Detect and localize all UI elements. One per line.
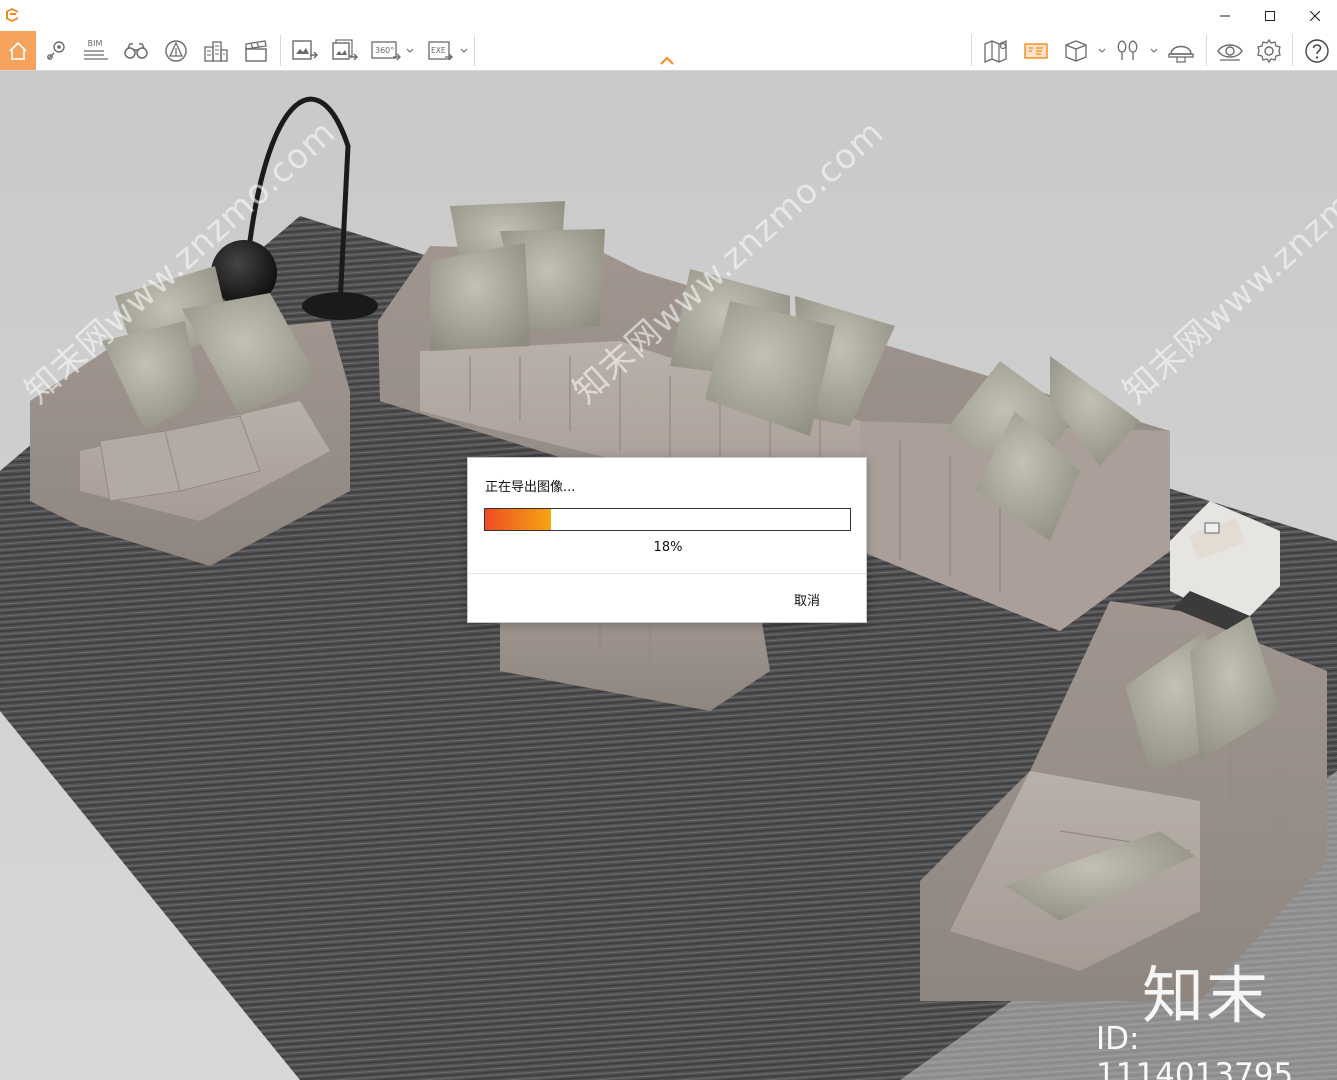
help-icon xyxy=(1305,38,1329,63)
trees-icon xyxy=(1117,39,1158,60)
chevron-up-icon xyxy=(660,56,674,65)
buildings-button[interactable] xyxy=(200,31,232,70)
progress-bar xyxy=(484,508,851,531)
toolbar-separator xyxy=(1292,35,1293,66)
minimize-icon xyxy=(1220,15,1230,16)
buildings-icon xyxy=(204,40,228,62)
toolbar-separator xyxy=(971,35,972,66)
export-batch-button[interactable] xyxy=(328,31,362,70)
export-exe-icon: EXE xyxy=(428,40,468,60)
animation-button[interactable] xyxy=(240,31,272,70)
settings-icon xyxy=(1257,38,1281,63)
cancel-button[interactable]: 取消 xyxy=(794,590,820,609)
collapse-toolbar-button[interactable] xyxy=(656,53,678,69)
fps-panel-button[interactable] xyxy=(1020,31,1052,70)
export-360-icon: 360° xyxy=(371,40,414,60)
binoculars-icon xyxy=(124,42,148,59)
trees-button[interactable] xyxy=(1112,31,1160,70)
app-logo-icon xyxy=(4,7,20,23)
eye-icon xyxy=(1217,43,1243,61)
map-button[interactable] xyxy=(980,31,1012,70)
location-button[interactable] xyxy=(40,31,72,70)
title-bar xyxy=(0,0,1337,31)
close-button[interactable] xyxy=(1292,0,1337,31)
bim-label: BIM xyxy=(87,39,103,48)
toolbar-separator xyxy=(474,35,475,66)
export-exe-button[interactable]: EXE xyxy=(424,31,470,70)
toolbar-separator xyxy=(1206,35,1207,66)
label-exe: EXE xyxy=(431,46,446,55)
walkthrough-button[interactable] xyxy=(120,31,152,70)
cube-view-button[interactable] xyxy=(1060,31,1108,70)
bim-button[interactable]: BIM xyxy=(78,31,112,70)
close-icon xyxy=(1310,10,1320,21)
render-style-icon xyxy=(165,39,187,62)
export-progress-dialog: 正在导出图像... 18% 取消 xyxy=(467,457,867,623)
label-360: 360° xyxy=(375,46,394,55)
map-icon xyxy=(984,39,1007,63)
minimize-button[interactable] xyxy=(1202,0,1248,31)
toolbar-separator xyxy=(280,35,281,66)
helmet-button[interactable] xyxy=(1164,31,1198,70)
visibility-button[interactable] xyxy=(1212,31,1248,70)
export-batch-icon xyxy=(332,38,358,60)
home-button[interactable] xyxy=(0,31,36,70)
export-image-icon xyxy=(292,39,318,60)
export-360-button[interactable]: 360° xyxy=(368,31,416,70)
maximize-button[interactable] xyxy=(1247,0,1293,31)
dialog-divider xyxy=(468,573,866,574)
fps-panel-icon xyxy=(1024,42,1048,59)
location-pin-icon xyxy=(47,40,65,60)
help-button[interactable] xyxy=(1300,31,1334,70)
model-id: ID: 1114013795 xyxy=(1096,1021,1294,1080)
main-toolbar: BIM 360° EXE xyxy=(0,31,1337,71)
maximize-icon xyxy=(1265,10,1275,21)
dialog-title: 正在导出图像... xyxy=(485,480,576,495)
cube-view-icon xyxy=(1065,39,1106,62)
progress-percent: 18% xyxy=(653,540,683,555)
export-image-button[interactable] xyxy=(288,31,322,70)
settings-button[interactable] xyxy=(1252,31,1286,70)
helmet-icon xyxy=(1168,45,1194,63)
progress-fill xyxy=(485,509,551,530)
home-icon xyxy=(9,41,27,60)
clapperboard-icon xyxy=(245,39,267,62)
bim-icon xyxy=(84,50,108,60)
render-style-button[interactable] xyxy=(160,31,192,70)
